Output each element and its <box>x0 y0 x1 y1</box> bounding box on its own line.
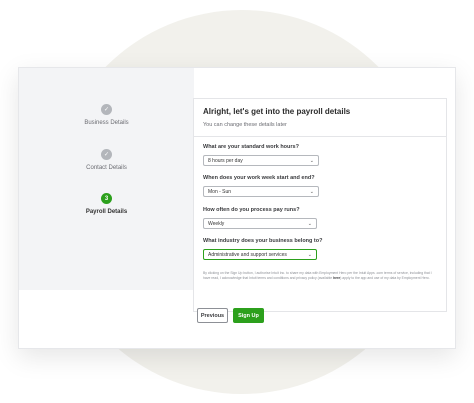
pay-run-label: How often do you process pay runs? <box>203 207 300 213</box>
step-label: Payroll Details <box>85 209 128 215</box>
sign-up-button[interactable]: Sign Up <box>233 308 264 323</box>
select-value: 8 hours per day <box>208 157 243 164</box>
chevron-down-icon: ⌄ <box>307 220 312 227</box>
divider <box>194 136 446 137</box>
previous-button[interactable]: Previous <box>197 308 228 323</box>
select-value: Weekly <box>208 220 225 227</box>
select-value: Administrative and support services <box>208 251 287 258</box>
steps-sidebar: ✓ Business Details ✓ Contact Details 3 P… <box>19 68 194 290</box>
chevron-down-icon: ⌄ <box>309 188 314 195</box>
step-contact-details: ✓ Contact Details <box>19 149 194 171</box>
work-week-select[interactable]: Mon - Sun ⌄ <box>203 186 319 197</box>
work-week-label: When does your work week start and end? <box>203 175 315 181</box>
work-hours-select[interactable]: 8 hours per day ⌄ <box>203 155 319 166</box>
step-label: Contact Details <box>86 165 127 171</box>
signup-card: ✓ Business Details ✓ Contact Details 3 P… <box>18 67 456 349</box>
consent-text: By clicking on the Sign Up button, I aut… <box>203 271 432 281</box>
chevron-down-icon: ⌄ <box>307 251 312 258</box>
form-subtitle: You can change these details later <box>203 122 287 128</box>
select-value: Mon - Sun <box>208 188 232 195</box>
step-number-badge: 3 <box>101 193 112 204</box>
step-business-details: ✓ Business Details <box>19 104 194 126</box>
check-icon: ✓ <box>101 104 112 115</box>
industry-label: What industry does your business belong … <box>203 238 323 244</box>
step-label: Business Details <box>84 120 129 126</box>
work-hours-label: What are your standard work hours? <box>203 144 299 150</box>
chevron-down-icon: ⌄ <box>309 157 314 164</box>
form-title: Alright, let's get into the payroll deta… <box>203 107 351 116</box>
industry-select[interactable]: Administrative and support services ⌄ <box>203 249 317 260</box>
step-payroll-details: 3 Payroll Details <box>19 193 194 215</box>
payroll-form: Alright, let's get into the payroll deta… <box>193 98 447 312</box>
pay-run-select[interactable]: Weekly ⌄ <box>203 218 317 229</box>
check-icon: ✓ <box>101 149 112 160</box>
